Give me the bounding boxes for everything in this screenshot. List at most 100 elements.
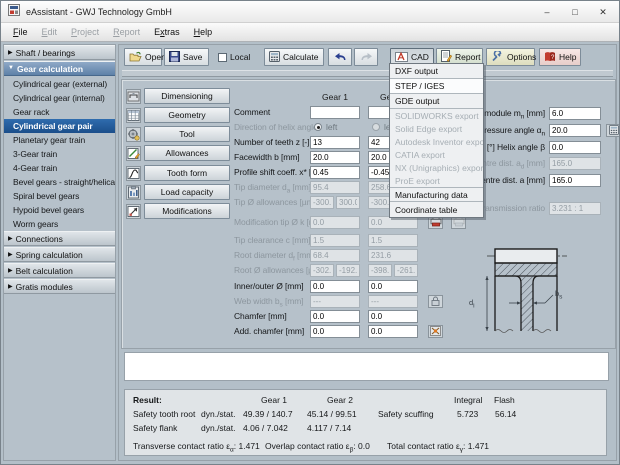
menu-edit: Edit	[35, 27, 65, 37]
help-button-label: Help	[559, 52, 576, 62]
options-button[interactable]: Options	[486, 48, 535, 66]
cad-menu-item-step-iges[interactable]: STEP / IGES	[390, 79, 483, 94]
param-modification-tip-k-mm--gear1	[310, 216, 360, 229]
window-title: eAssistant - GWJ Technology GmbH	[26, 7, 172, 17]
sidebar-section-label: Belt calculation	[16, 266, 73, 276]
result-extra-label: Safety scuffing	[378, 409, 434, 419]
sidebar-section-shaft-bearings[interactable]: ▶Shaft / bearings	[4, 45, 115, 60]
param-facewidth-b-mm--gear1[interactable]	[310, 151, 360, 164]
cad-button-label: CAD	[411, 52, 429, 62]
close-button[interactable]: ✕	[589, 1, 617, 23]
cad-dropdown-menu: DXF outputSTEP / IGESGDE outputSOLIDWORK…	[389, 63, 484, 218]
param-root-allowances-m--gear1-upper	[336, 264, 360, 277]
sidebar-section-belt-calculation[interactable]: ▶Belt calculation	[4, 263, 115, 278]
message-area[interactable]	[124, 352, 609, 381]
result-qualifier: dyn./stat.	[201, 409, 236, 419]
cad-menu-item-gde-output[interactable]: GDE output	[390, 94, 483, 109]
calculator-button[interactable]	[606, 124, 620, 137]
form-row-label: Tip Ø allowances [µm]	[234, 197, 316, 207]
sidebar-section-spring-calculation[interactable]: ▶Spring calculation	[4, 247, 115, 262]
menu-extras[interactable]: Extras	[147, 27, 187, 37]
nav-row: Tool	[126, 126, 230, 142]
param-chamfer-mm--gear2[interactable]	[368, 310, 418, 323]
sidebar-item-cylindrical-gear-internal-[interactable]: Cylindrical gear (internal)	[4, 91, 115, 105]
nav-button-tooth-form[interactable]: Tooth form	[144, 165, 230, 181]
cad-menu-item-manufacturing-data[interactable]: Manufacturing data	[390, 187, 483, 202]
nav-button-modifications[interactable]: Modifications	[144, 203, 230, 219]
results-panel: Result:Gear 1Gear 2IntegralFlashSafety t…	[124, 389, 607, 456]
cad-menu-item-proe-export: ProE export	[390, 174, 483, 187]
sidebar-section-gratis-modules[interactable]: ▶Gratis modules	[4, 279, 115, 294]
param-inner-outer-mm--gear2[interactable]	[368, 280, 418, 293]
gear-button[interactable]	[428, 325, 443, 338]
sidebar-item-bevel-gears-straight-helical[interactable]: Bevel gears - straight/helical	[4, 175, 115, 189]
param-chamfer-mm--gear1[interactable]	[310, 310, 360, 323]
param-root-allowances-m--gear1-lower	[310, 264, 334, 277]
cad-menu-item-dxf-output[interactable]: DXF output	[390, 64, 483, 79]
lock-button[interactable]	[428, 295, 443, 308]
results-title: Result:	[133, 395, 162, 405]
sidebar-item-3-gear-train[interactable]: 3-Gear train	[4, 147, 115, 161]
drawing-di-label: di	[469, 298, 475, 307]
sidebar: ▶Shaft / bearings▼Gear calculationCylind…	[3, 44, 116, 461]
param-normal-module-mn-mm-[interactable]	[549, 107, 601, 120]
maximize-button[interactable]: □	[561, 1, 589, 23]
sidebar-item-hypoid-bevel-gears[interactable]: Hypoid bevel gears	[4, 203, 115, 217]
drawing-bs-label: bs	[555, 289, 562, 298]
help-button[interactable]: ? Help	[539, 48, 581, 66]
param-number-of-teeth-z--gear1[interactable]	[310, 136, 360, 149]
form-row-label: Facewidth b [mm]	[234, 152, 299, 162]
param-centre-dist-a-mm-[interactable]	[549, 174, 601, 187]
minimize-button[interactable]: –	[533, 1, 561, 23]
sidebar-section-label: Gratis modules	[16, 282, 73, 292]
open-button[interactable]: Open	[124, 48, 162, 66]
nav-button-dimensioning[interactable]: Dimensioning	[144, 88, 230, 104]
form-row-label: Comment	[234, 107, 270, 117]
open-button-label: Open	[145, 52, 166, 62]
calculate-button[interactable]: Calculate	[264, 48, 324, 66]
sidebar-section-label: Shaft / bearings	[16, 48, 76, 58]
menu-help[interactable]: Help	[187, 27, 220, 37]
param-root-diameter-df-mm--gear2	[368, 249, 418, 262]
nav-row: Tooth form	[126, 165, 230, 181]
sidebar-item-worm-gears[interactable]: Worm gears	[4, 217, 115, 231]
sidebar-item-cylindrical-gear-external-[interactable]: Cylindrical gear (external)	[4, 77, 115, 91]
calculator-icon	[269, 51, 280, 64]
helix-direction-radio-gear1[interactable]	[314, 123, 322, 131]
sidebar-item-spiral-bevel-gears[interactable]: Spiral bevel gears	[4, 189, 115, 203]
sidebar-section-gear-calculation[interactable]: ▼Gear calculation	[4, 61, 115, 76]
nav-button-tool[interactable]: Tool	[144, 126, 230, 142]
calculator-icon[interactable]	[609, 125, 619, 137]
save-button[interactable]: Save	[164, 48, 209, 66]
gear-icon[interactable]	[430, 326, 441, 338]
sidebar-item-cylindrical-gear-pair[interactable]: Cylindrical gear pair	[4, 119, 115, 133]
nav-button-geometry[interactable]: Geometry	[144, 107, 230, 123]
menu-file[interactable]: File	[6, 27, 35, 37]
param-inner-outer-mm--gear1[interactable]	[310, 280, 360, 293]
param-pressure-angle-n-[interactable]	[549, 124, 601, 137]
undo-button[interactable]	[328, 48, 352, 66]
param-profile-shift-coeff-x--gear1[interactable]	[310, 166, 360, 179]
gear-cross-section-drawing	[481, 243, 603, 344]
sidebar-item-gear-rack[interactable]: Gear rack	[4, 105, 115, 119]
checkbox-icon[interactable]	[218, 53, 227, 62]
cad-menu-item-coordinate-table[interactable]: Coordinate table	[390, 202, 483, 217]
results-flash-header: Flash	[494, 395, 515, 405]
param-add-chamfer-mm--gear2[interactable]	[368, 325, 418, 338]
nav-button-allowances[interactable]: Allowances	[144, 145, 230, 161]
param-helix-angle-[interactable]	[549, 141, 601, 154]
param-comment-gear1[interactable]	[310, 106, 360, 119]
nav-button-load-capacity[interactable]: Load capacity	[144, 184, 230, 200]
help-book-icon: ?	[544, 51, 556, 64]
local-checkbox[interactable]: Local	[218, 48, 250, 66]
lock-icon[interactable]	[431, 296, 440, 308]
result-gear1-value: 49.39 / 140.7	[243, 409, 293, 419]
redo-button[interactable]	[354, 48, 378, 66]
param-tip-diameter-da-mm--gear1	[310, 181, 360, 194]
menu-project: Project	[64, 27, 106, 37]
param-add-chamfer-mm--gear1[interactable]	[310, 325, 360, 338]
sidebar-item-4-gear-train[interactable]: 4-Gear train	[4, 161, 115, 175]
param-root-diameter-df-mm--gear1	[310, 249, 360, 262]
sidebar-item-planetary-gear-train[interactable]: Planetary gear train	[4, 133, 115, 147]
sidebar-section-connections[interactable]: ▶Connections	[4, 231, 115, 246]
